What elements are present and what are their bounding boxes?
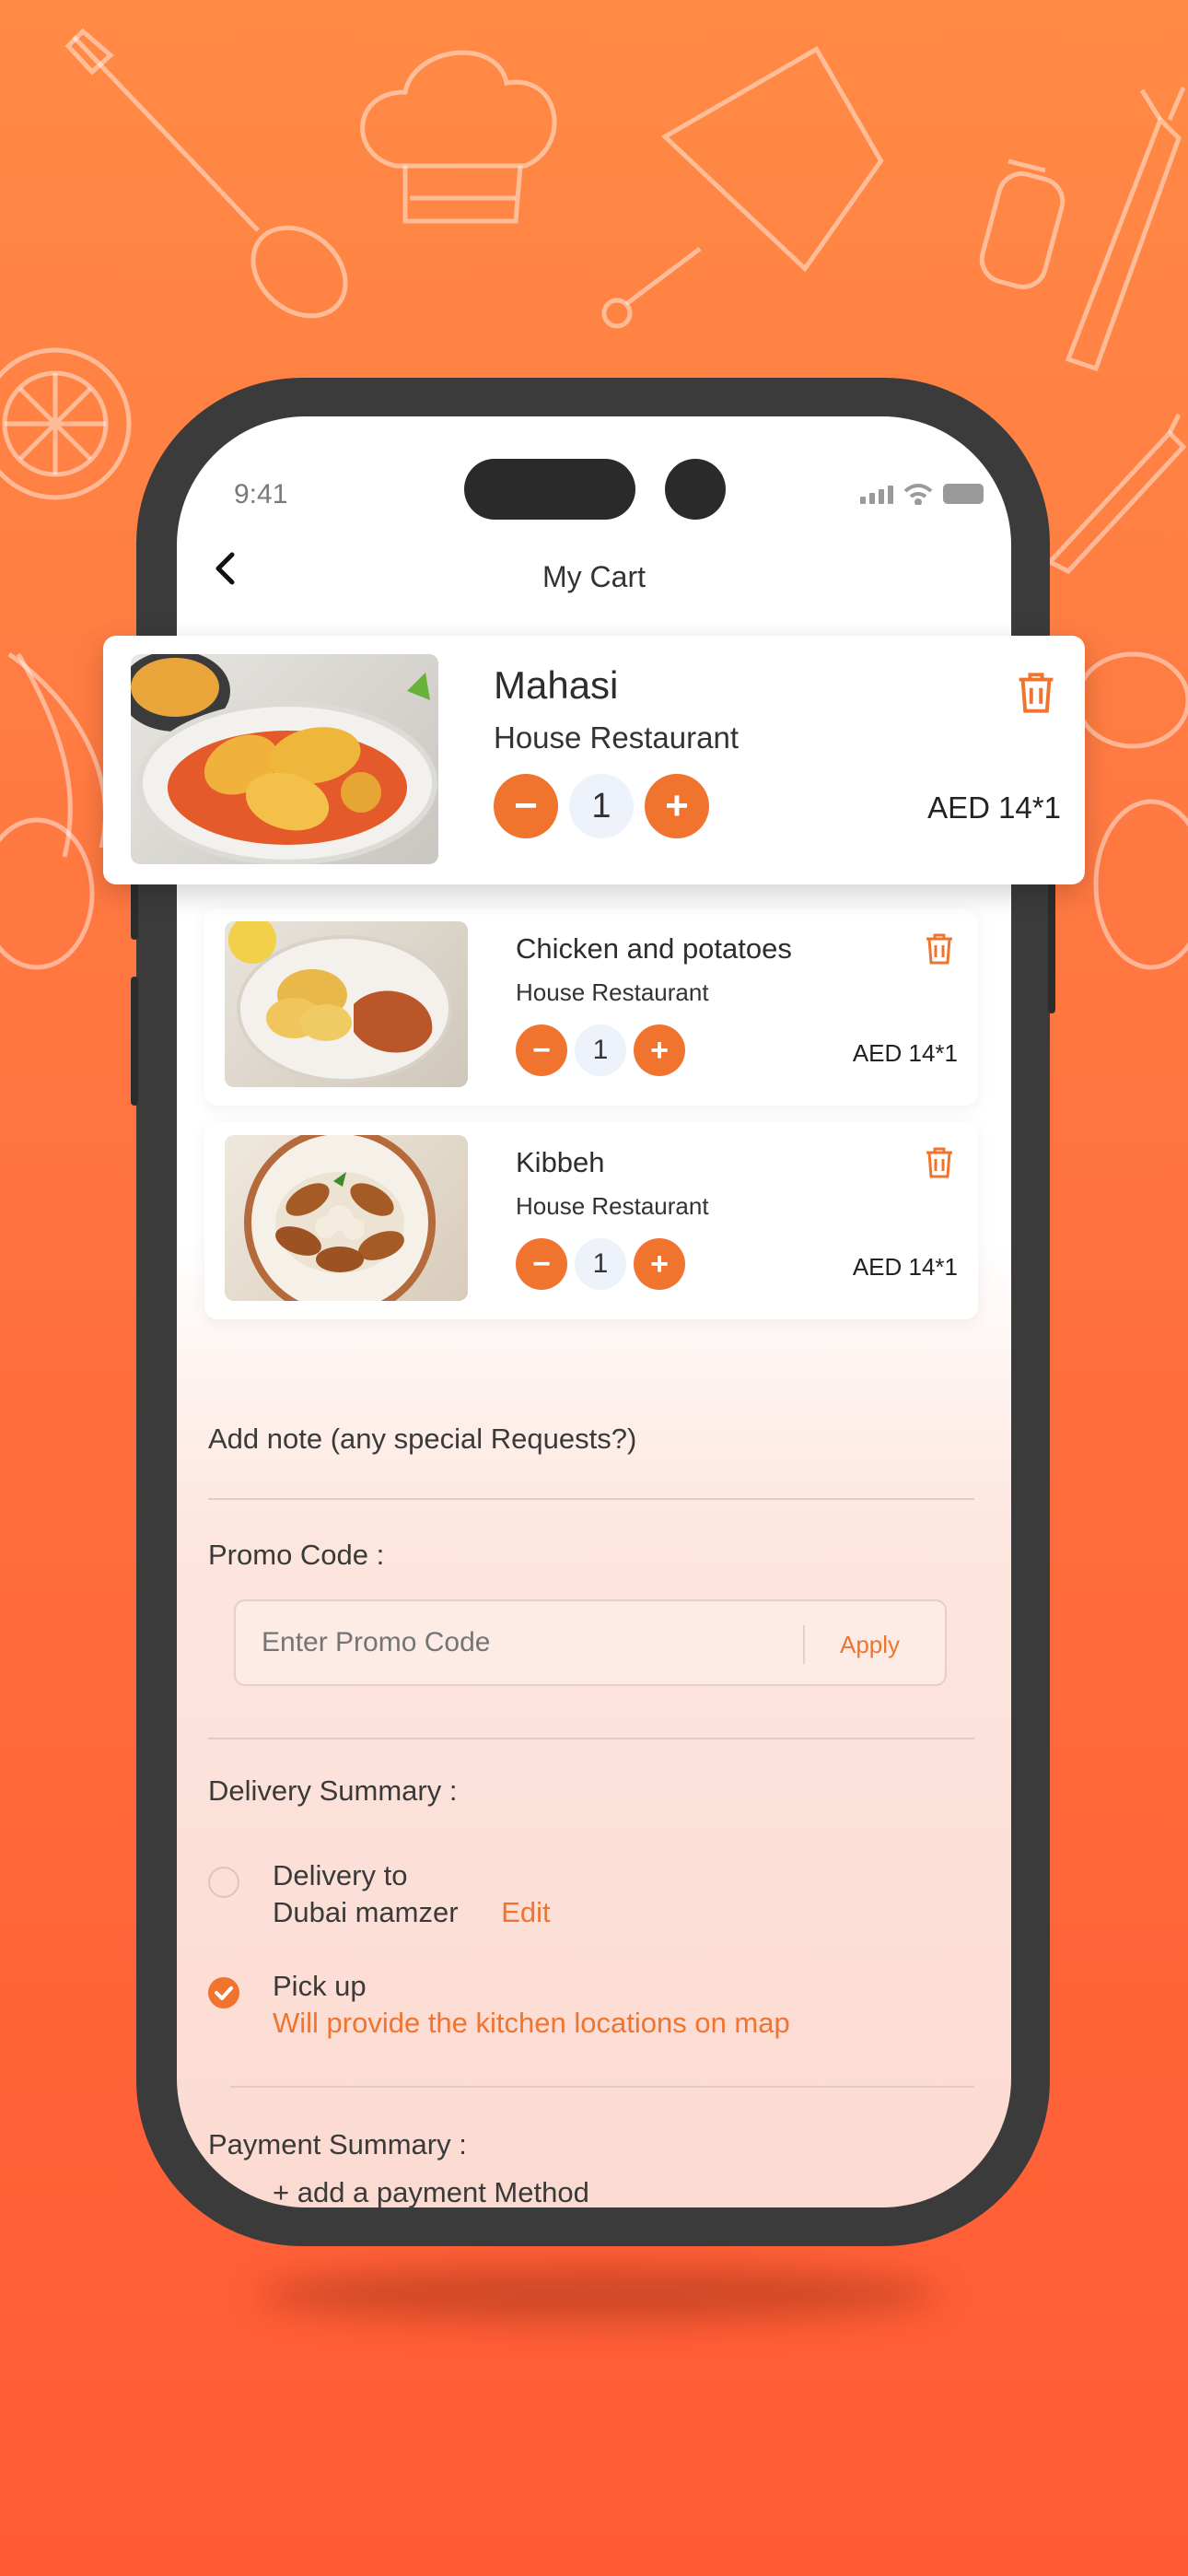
battery-icon — [943, 484, 984, 504]
item-restaurant: House Restaurant — [494, 720, 739, 755]
trash-icon[interactable] — [1017, 671, 1055, 715]
promo-code-input[interactable] — [262, 1627, 777, 1658]
camera — [665, 459, 726, 520]
item-price: AED 14*1 — [852, 1253, 958, 1281]
quantity-stepper: − 1 + — [494, 774, 709, 838]
volume-down-button — [131, 977, 138, 1106]
quantity-value: 1 — [575, 1025, 626, 1076]
delivery-address: Dubai mamzer — [273, 1896, 459, 1928]
chef-hat-icon — [360, 50, 557, 224]
wifi-icon — [903, 484, 933, 505]
delivery-summary-label: Delivery Summary : — [208, 1774, 458, 1807]
apply-button[interactable]: Apply — [840, 1631, 900, 1659]
decrease-button[interactable]: − — [516, 1025, 567, 1076]
item-name: Kibbeh — [516, 1146, 605, 1178]
item-name: Mahasi — [494, 663, 619, 707]
spatula-icon — [64, 28, 348, 319]
delivery-option[interactable]: Delivery to Dubai mamzer Edit — [273, 1857, 551, 1931]
promo-code-box: Apply — [234, 1599, 947, 1686]
phone-shadow — [258, 2266, 939, 2322]
pickup-radio[interactable] — [208, 1977, 239, 2008]
citrus-icon — [0, 347, 132, 500]
quantity-stepper: − 1 + — [516, 1238, 685, 1290]
increase-button[interactable]: + — [645, 774, 709, 838]
payment-summary-label: Payment Summary : — [208, 2128, 467, 2160]
page-title: My Cart — [542, 560, 646, 593]
add-payment-method-link[interactable]: + add a payment Method — [273, 2174, 589, 2207]
edit-address-link[interactable]: Edit — [501, 1896, 550, 1928]
promo-separator — [803, 1625, 805, 1664]
featured-cart-item: Mahasi House Restaurant − 1 + AED 14*1 — [103, 636, 1085, 884]
divider — [208, 1498, 974, 1500]
dynamic-island — [464, 459, 635, 520]
cart-item: Kibbeh House Restaurant − 1 + AED 14*1 — [204, 1122, 978, 1319]
check-icon — [215, 1986, 233, 2000]
divider — [230, 2086, 974, 2088]
pickup-label: Pick up — [273, 1970, 367, 2002]
quantity-stepper: − 1 + — [516, 1025, 685, 1076]
delivery-to-label: Delivery to — [273, 1859, 408, 1891]
signal-icon — [860, 484, 893, 504]
item-price: AED 14*1 — [852, 1039, 958, 1067]
item-restaurant: House Restaurant — [516, 1192, 709, 1220]
quantity-value: 1 — [575, 1238, 626, 1290]
decrease-button[interactable]: − — [516, 1238, 567, 1290]
quantity-value: 1 — [569, 774, 634, 838]
item-price: AED 14*1 — [927, 790, 1061, 825]
increase-button[interactable]: + — [634, 1238, 685, 1290]
item-name: Chicken and potatoes — [516, 932, 792, 965]
status-time: 9:41 — [234, 479, 288, 509]
egg-icon — [0, 817, 95, 970]
item-restaurant: House Restaurant — [516, 978, 709, 1006]
promo-code-label: Promo Code : — [208, 1539, 385, 1571]
divider — [208, 1738, 974, 1739]
decrease-button[interactable]: − — [494, 774, 558, 838]
knife-icon — [1045, 413, 1187, 575]
trash-icon[interactable] — [925, 932, 954, 966]
chicken-potatoes-image — [225, 921, 468, 1087]
delivery-radio[interactable] — [208, 1867, 239, 1898]
pickup-option[interactable]: Pick up Will provide the kitchen locatio… — [273, 1968, 790, 2042]
trash-icon[interactable] — [925, 1146, 954, 1179]
increase-button[interactable]: + — [634, 1025, 685, 1076]
cutting-board-icon — [601, 45, 884, 329]
kibbeh-image — [225, 1135, 468, 1301]
mahasi-image — [131, 654, 438, 864]
pickup-note: Will provide the kitchen locations on ma… — [273, 2007, 790, 2039]
carrot-icon — [1065, 87, 1186, 372]
cart-item: Chicken and potatoes House Restaurant − … — [204, 908, 978, 1106]
add-note-field[interactable]: Add note (any special Requests?) — [208, 1423, 636, 1456]
status-icons — [860, 483, 984, 505]
